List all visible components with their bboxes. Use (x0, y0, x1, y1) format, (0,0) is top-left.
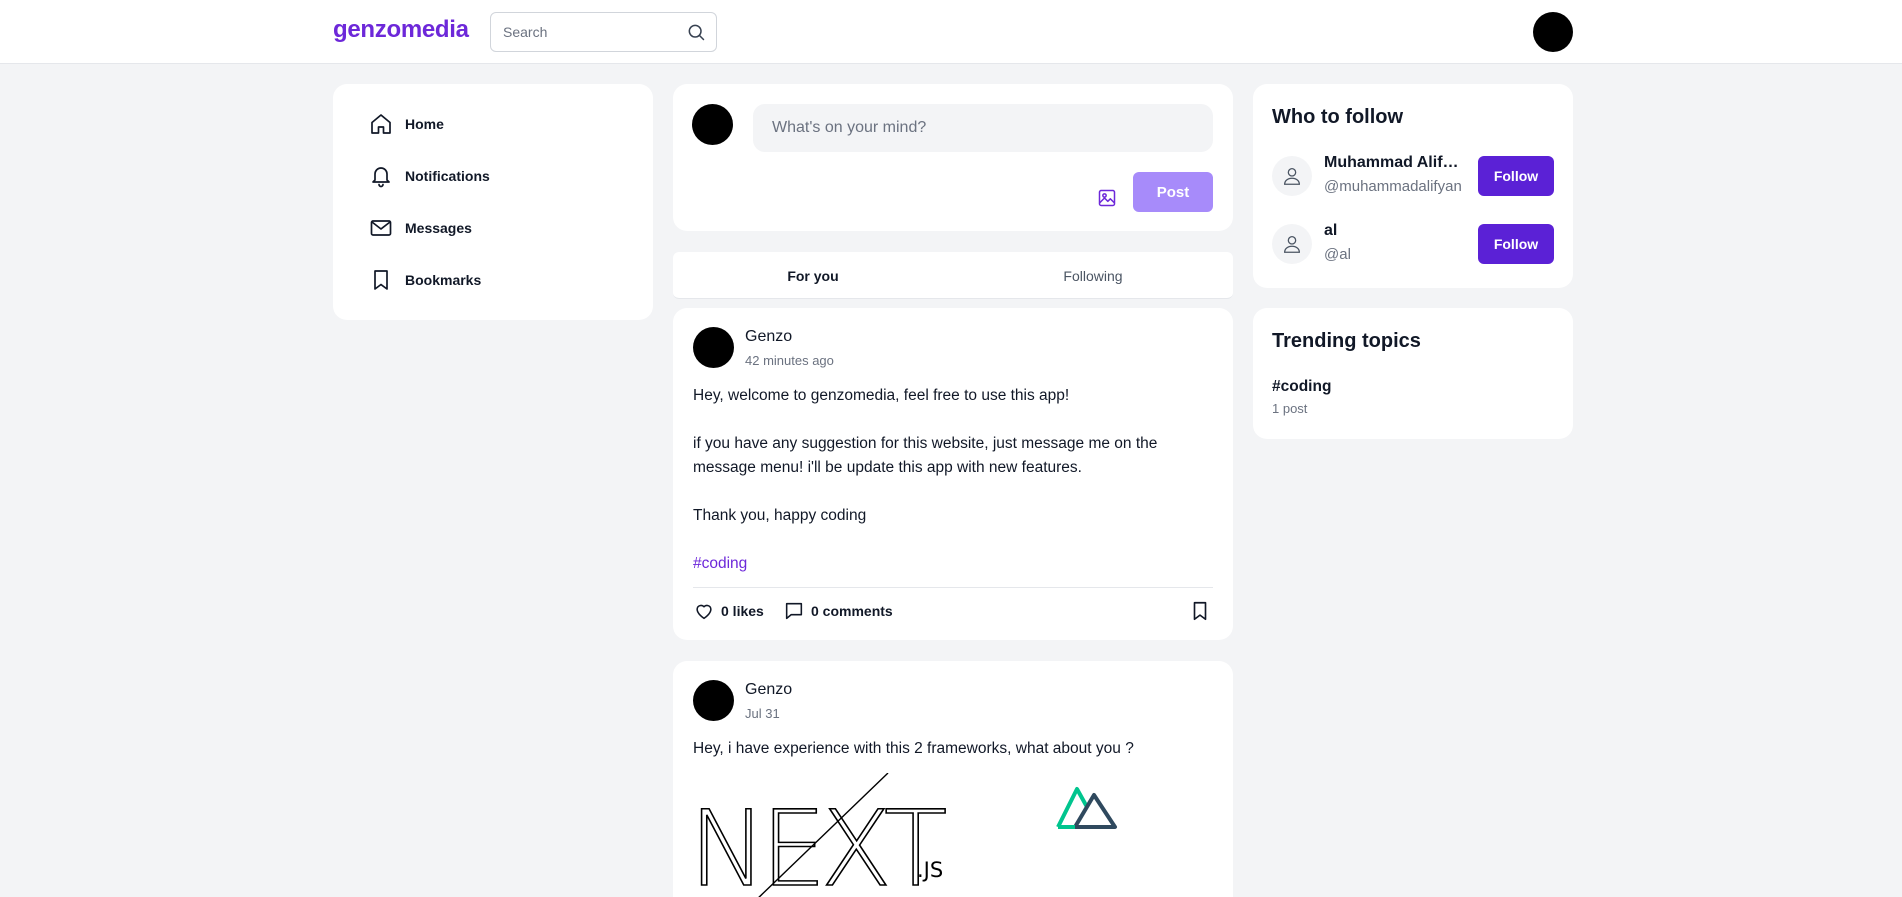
post-card: Genzo Jul 31 Hey, i have experience with… (673, 661, 1233, 897)
post-composer: Post (673, 84, 1233, 231)
suggestion-name[interactable]: Muhammad Alifyan (1324, 154, 1464, 172)
composer-avatar (692, 104, 733, 145)
sidebar-item-label: Bookmarks (405, 272, 482, 288)
tab-following[interactable]: Following (953, 252, 1233, 299)
image-icon (1098, 189, 1116, 207)
sidebar-item-label: Notifications (405, 168, 490, 184)
likes-count: 0 likes (721, 603, 764, 619)
sidebar-item-home[interactable]: Home (369, 108, 444, 140)
suggestion-avatar[interactable] (1272, 224, 1312, 264)
who-to-follow-panel: Who to follow Muhammad Alifyan @muhammad… (1253, 84, 1573, 288)
post-author-avatar[interactable] (693, 680, 734, 721)
sidebar-nav: Home Notifications Messages Bookmarks (333, 84, 653, 320)
search-input[interactable] (503, 22, 673, 42)
sidebar-item-notifications[interactable]: Notifications (369, 160, 490, 192)
comments-count: 0 comments (811, 603, 893, 619)
comment-icon (785, 602, 803, 620)
like-button[interactable]: 0 likes (693, 600, 764, 622)
search-box[interactable] (490, 12, 717, 52)
add-image-button[interactable] (1089, 180, 1125, 216)
trending-panel: Trending topics #coding 1 post (1253, 308, 1573, 439)
post-timestamp: 42 minutes ago (745, 353, 834, 368)
user-avatar[interactable] (1533, 12, 1573, 52)
suggestion-name[interactable]: al (1324, 222, 1464, 240)
mail-icon (370, 220, 392, 236)
follow-button[interactable]: Follow (1478, 156, 1554, 196)
bookmark-icon (374, 270, 388, 290)
post-body: Hey, i have experience with this 2 frame… (693, 737, 1213, 761)
post-paragraph (693, 480, 1213, 504)
post-author[interactable]: Genzo (745, 328, 792, 346)
follow-button[interactable]: Follow (1478, 224, 1554, 264)
post-body: Hey, welcome to genzomedia, feel free to… (693, 384, 1213, 576)
post-paragraph: Thank you, happy coding (693, 507, 867, 524)
post-timestamp: Jul 31 (745, 706, 780, 721)
suggestion-handle: @muhammadalifyan (1324, 178, 1462, 195)
home-icon (371, 114, 391, 134)
suggestion-avatar[interactable] (1272, 156, 1312, 196)
sidebar-item-label: Home (405, 116, 444, 132)
nuxt-logo-left-stroke (1056, 787, 1089, 828)
feed-tabs: For you Following (673, 252, 1233, 299)
post-divider (693, 587, 1213, 588)
post-button[interactable]: Post (1133, 172, 1213, 212)
post-author[interactable]: Genzo (745, 681, 792, 699)
user-icon (1284, 168, 1300, 185)
nuxt-logo-image (1056, 787, 1117, 829)
follow-suggestion: Muhammad Alifyan @muhammadalifyan Follow (1272, 154, 1554, 196)
post-input[interactable] (753, 104, 1213, 152)
brand-logo[interactable]: genzomedia (333, 16, 469, 44)
bell-icon (372, 167, 390, 188)
nextjs-suffix: .JS (917, 858, 943, 882)
search-icon[interactable] (686, 22, 706, 42)
post-card: Genzo 42 minutes ago Hey, welcome to gen… (673, 308, 1233, 640)
post-paragraph (693, 408, 1213, 432)
sidebar-item-bookmarks[interactable]: Bookmarks (369, 264, 481, 296)
bookmark-post-button[interactable] (1189, 600, 1217, 622)
top-navbar: genzomedia (0, 0, 1902, 64)
sidebar-item-label: Messages (405, 220, 472, 236)
post-hashtag[interactable]: #coding (693, 552, 1213, 576)
follow-suggestion: al @al Follow (1272, 222, 1554, 264)
post-paragraph: Hey, welcome to genzomedia, feel free to… (693, 387, 1070, 404)
post-image[interactable]: NEXT .JS (693, 773, 1213, 897)
post-paragraph: if you have any suggestion for this webs… (693, 435, 1158, 476)
trending-topic[interactable]: #coding (1272, 378, 1331, 396)
user-icon (1284, 236, 1300, 253)
sidebar-item-messages[interactable]: Messages (369, 212, 472, 244)
post-actions: 0 likes 0 comments (693, 600, 1213, 624)
trending-post-count: 1 post (1272, 401, 1308, 416)
suggestion-handle: @al (1324, 246, 1351, 263)
who-to-follow-title: Who to follow (1272, 106, 1404, 128)
post-author-avatar[interactable] (693, 327, 734, 368)
nextjs-wordmark: NEXT (693, 788, 946, 897)
heart-icon (696, 604, 712, 620)
comment-button[interactable]: 0 comments (783, 600, 893, 622)
trending-title: Trending topics (1272, 330, 1421, 352)
tab-for-you[interactable]: For you (673, 252, 953, 299)
bookmark-icon (1193, 601, 1207, 621)
nextjs-logo-image: NEXT .JS (693, 773, 953, 897)
post-paragraph: Hey, i have experience with this 2 frame… (693, 740, 1134, 757)
post-paragraph (693, 528, 1213, 552)
